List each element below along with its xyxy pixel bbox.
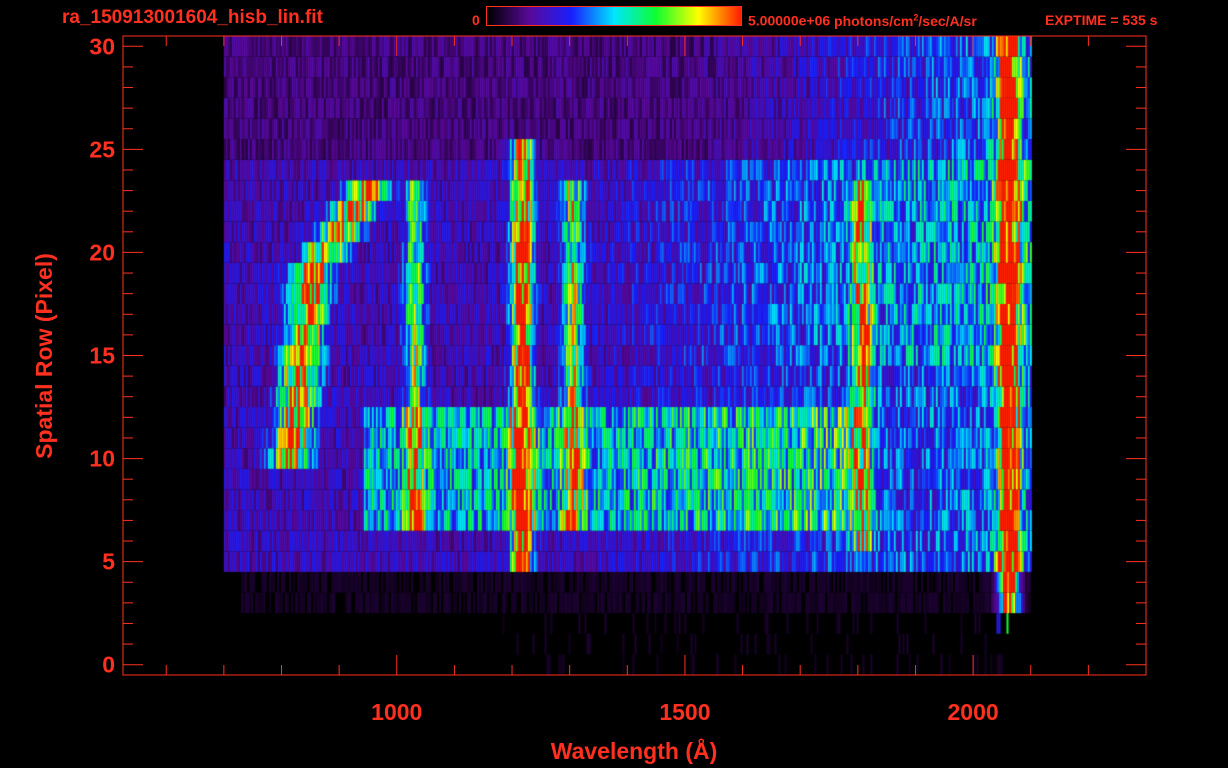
x-axis-label: Wavelength (Å) — [551, 737, 718, 764]
x-tick-label: 2000 — [948, 699, 999, 725]
heatmap-image — [123, 36, 1146, 675]
x-tick-label: 1000 — [371, 699, 422, 725]
x-tick-label: 1500 — [659, 699, 710, 725]
y-axis-label: Spatial Row (Pixel) — [31, 253, 57, 459]
y-tick-label: 0 — [102, 652, 115, 678]
y-tick-label: 25 — [89, 136, 115, 162]
y-tick-label: 20 — [89, 239, 115, 265]
y-tick-label: 15 — [89, 343, 115, 369]
spectrum-plot: 1000 1500 2000051015202530 Wavelength (Å) … — [31, 33, 1147, 764]
y-tick-label: 10 — [89, 446, 115, 472]
y-tick-label: 5 — [102, 549, 115, 575]
y-tick-label: 30 — [89, 33, 115, 59]
